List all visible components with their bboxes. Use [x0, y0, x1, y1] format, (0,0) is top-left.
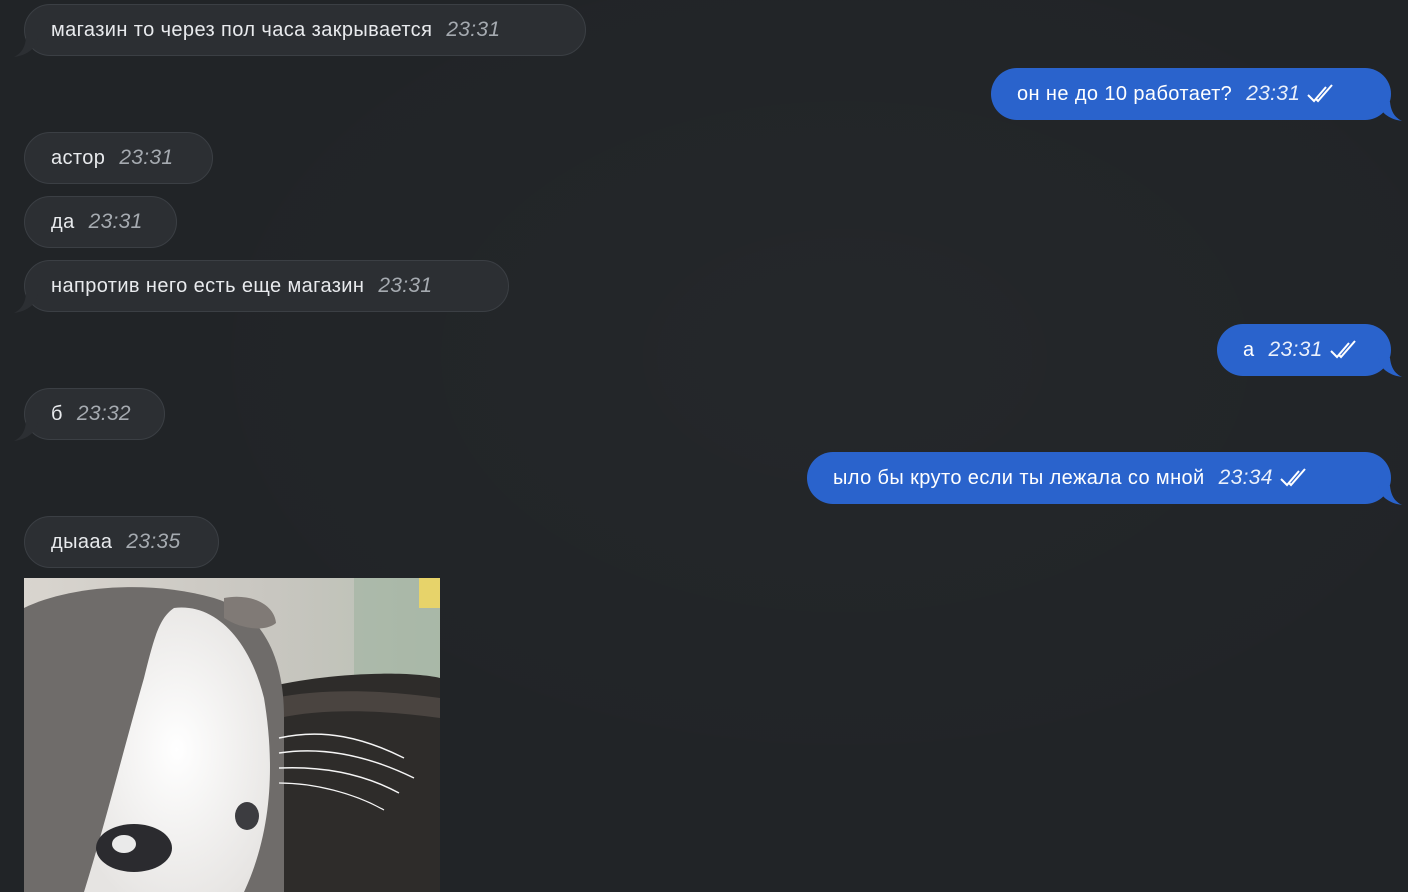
cat-gif-image[interactable]: [24, 578, 440, 892]
read-double-check-icon: [1306, 83, 1336, 105]
message-text: да: [51, 210, 75, 233]
message-time: 23:31: [119, 146, 174, 169]
bubble-tail: [1378, 486, 1404, 506]
message-time: 23:31: [1246, 82, 1301, 105]
message-time: 23:32: [76, 402, 131, 425]
message-incoming[interactable]: б 23:32: [24, 388, 165, 440]
message-text: а: [1243, 338, 1255, 361]
message-incoming[interactable]: магазин то через пол часа закрывается 23…: [24, 4, 586, 56]
cat-gif-image: [24, 578, 440, 892]
message-incoming[interactable]: астор 23:31: [24, 132, 213, 184]
bubble-tail: [1378, 358, 1404, 378]
message-text: он не до 10 работает?: [1017, 82, 1233, 105]
message-time: 23:34: [1218, 466, 1273, 489]
read-double-check-icon: [1329, 339, 1359, 361]
message-text: ыло бы круто если ты лежала со мной: [833, 466, 1205, 489]
message-outgoing[interactable]: ыло бы круто если ты лежала со мной 23:3…: [807, 452, 1391, 504]
bubble-tail: [1378, 102, 1404, 122]
message-text: астор: [51, 146, 106, 169]
message-incoming[interactable]: дыааа 23:35: [24, 516, 219, 568]
message-incoming[interactable]: да 23:31: [24, 196, 177, 248]
message-time: 23:31: [446, 18, 501, 41]
message-text: напротив него есть еще магазин: [51, 274, 365, 297]
message-text: дыааа: [51, 530, 113, 553]
chat-history[interactable]: магазин то через пол часа закрывается 23…: [0, 0, 1408, 892]
message-outgoing[interactable]: а 23:31: [1217, 324, 1391, 376]
message-time: 23:31: [88, 210, 143, 233]
message-incoming[interactable]: напротив него есть еще магазин 23:31: [24, 260, 509, 312]
message-text: магазин то через пол часа закрывается: [51, 18, 433, 41]
message-time: 23:31: [378, 274, 433, 297]
message-text: б: [51, 402, 63, 425]
message-time: 23:35: [126, 530, 181, 553]
message-outgoing[interactable]: он не до 10 работает? 23:31: [991, 68, 1391, 120]
read-double-check-icon: [1279, 467, 1309, 489]
message-time: 23:31: [1268, 338, 1323, 361]
